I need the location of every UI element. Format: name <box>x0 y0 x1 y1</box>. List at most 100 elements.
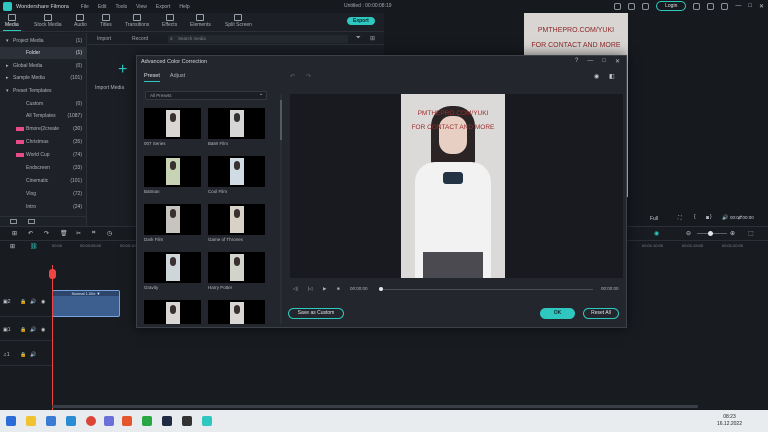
menu-tools[interactable]: Tools <box>115 4 127 10</box>
dialog-maximize-button[interactable]: □ <box>602 58 606 65</box>
file-explorer-icon[interactable] <box>26 416 36 426</box>
headset-icon[interactable] <box>707 2 715 10</box>
sidebar-item-cinematic[interactable]: Cinematic (101) <box>0 175 86 187</box>
menu-help[interactable]: Help <box>179 4 189 10</box>
tab-stock-media[interactable]: Stock Media <box>34 14 62 28</box>
add-media-icon[interactable]: + <box>118 61 127 79</box>
undo-icon[interactable]: ↶ <box>290 73 295 80</box>
import-media-label[interactable]: Import Media <box>95 85 124 91</box>
preset-batman[interactable]: Batman <box>144 156 201 194</box>
zoom-slider-knob[interactable] <box>708 231 713 236</box>
sidebar-item-bmore2create[interactable]: Bmore(2create (30) <box>0 123 86 135</box>
menu-file[interactable]: File <box>81 4 89 10</box>
brave-icon[interactable] <box>122 416 132 426</box>
sidebar-item-christmas[interactable]: Christmas (35) <box>0 136 86 148</box>
zoom-out-icon[interactable]: ⊖ <box>686 230 691 237</box>
crop-icon[interactable]: ⌗ <box>92 230 95 237</box>
redo-icon[interactable]: ↷ <box>306 73 311 80</box>
tab-elements[interactable]: Elements <box>190 14 211 28</box>
lock-icon[interactable]: 🔒 <box>20 352 26 358</box>
preset-game-of-thrones[interactable]: Game of Thrones <box>208 204 265 242</box>
edge-icon[interactable] <box>66 416 76 426</box>
play-icon[interactable]: ▶ <box>323 286 326 292</box>
mute-icon[interactable]: 🔊 <box>30 299 36 305</box>
tab-preset[interactable]: Preset <box>144 73 160 82</box>
preset-bw-film[interactable]: B&W Film <box>208 108 265 146</box>
folder-icon[interactable] <box>28 219 35 224</box>
login-button[interactable]: Login <box>656 1 687 11</box>
reset-all-button[interactable]: Reset All <box>583 308 619 319</box>
photoshop-icon[interactable] <box>162 416 172 426</box>
menu-export[interactable]: Export <box>156 4 170 10</box>
help-icon[interactable]: ? <box>575 58 578 65</box>
sidebar-item-endscreen[interactable]: Endscreen (33) <box>0 162 86 174</box>
tab-transitions[interactable]: Transitions <box>125 14 149 28</box>
zoom-in-icon[interactable]: ⊕ <box>730 230 735 237</box>
preset-harry-potter[interactable]: Harry Potter <box>208 252 265 290</box>
tab-audio[interactable]: Audio <box>74 14 87 28</box>
preset-gravity[interactable]: Gravity <box>144 252 201 290</box>
preset-item[interactable] <box>144 300 201 324</box>
timeline-scrollbar[interactable] <box>52 405 698 408</box>
eye-icon[interactable]: ◉ <box>41 327 45 333</box>
add-track-icon[interactable]: ⊞ <box>10 243 15 250</box>
new-folder-icon[interactable] <box>10 219 17 224</box>
quality-select[interactable]: Full <box>650 216 658 222</box>
playhead-handle[interactable] <box>49 269 56 279</box>
speed-icon[interactable]: ◷ <box>107 230 112 237</box>
sidebar-item-sample-media[interactable]: ▸ Sample Media (101) <box>0 72 86 84</box>
step-back-icon[interactable]: ◁| <box>293 286 298 292</box>
preset-007-series[interactable]: 007 Series <box>144 108 201 146</box>
mute-icon[interactable]: 🔊 <box>30 327 36 333</box>
save-icon[interactable] <box>693 2 701 10</box>
cloud-icon[interactable] <box>614 2 622 10</box>
stop-icon[interactable]: ■ <box>337 286 340 291</box>
notification-icon[interactable] <box>642 2 650 10</box>
lock-icon[interactable]: 🔒 <box>20 299 26 305</box>
search-input[interactable]: Search media <box>168 35 348 43</box>
eye-icon[interactable]: ◉ <box>41 299 45 305</box>
close-button[interactable]: ✕ <box>759 3 764 10</box>
fullscreen-icon[interactable]: ⛶ <box>678 215 682 221</box>
system-clock[interactable]: 08:23 16.12.2022 <box>717 414 742 428</box>
record-dropdown[interactable]: Record <box>132 36 148 42</box>
volume-icon[interactable]: 🔊 <box>722 215 728 221</box>
delete-icon[interactable]: 🗑 <box>60 230 68 237</box>
layout-icon[interactable] <box>721 2 729 10</box>
chrome-icon[interactable] <box>86 416 96 426</box>
sidebar-item-intro[interactable]: Intro (24) <box>0 201 86 213</box>
dialog-close-button[interactable]: ✕ <box>615 58 620 65</box>
cut-icon[interactable]: ✂ <box>76 230 81 237</box>
undo-icon[interactable]: ↶ <box>28 230 33 237</box>
link-icon[interactable]: ⛓ <box>30 243 38 250</box>
redo-icon[interactable]: ↷ <box>44 230 49 237</box>
sidebar-item-global-media[interactable]: ▸ Global Media (0) <box>0 60 86 72</box>
excel-icon[interactable] <box>142 416 152 426</box>
minimize-button[interactable]: — <box>735 3 741 9</box>
sidebar-item-preset-templates[interactable]: ▾ Preset Templates <box>0 85 86 97</box>
snap-icon[interactable]: ◉ <box>654 230 659 237</box>
tab-media[interactable]: Media <box>3 14 21 31</box>
preset-scrollbar[interactable] <box>280 94 282 324</box>
mute-icon[interactable]: 🔊 <box>30 352 36 358</box>
sidebar-item-project-media[interactable]: ▾ Project Media (1) <box>0 35 86 47</box>
tab-adjust[interactable]: Adjust <box>170 73 185 82</box>
preset-filter-select[interactable]: All Presets <box>145 91 267 100</box>
menu-view[interactable]: View <box>136 4 147 10</box>
sidebar-item-world-cup[interactable]: World Cup (74) <box>0 149 86 161</box>
sidebar-item-folder[interactable]: Folder (1) <box>0 47 86 59</box>
ok-button[interactable]: OK <box>540 308 575 319</box>
tab-titles[interactable]: Titles <box>100 14 112 28</box>
eye-icon[interactable]: ◉ <box>594 73 599 80</box>
filter-icon[interactable]: ⏷ <box>356 35 361 42</box>
terminal-icon[interactable] <box>182 416 192 426</box>
expand-icon[interactable]: ⤢ <box>738 215 742 221</box>
preset-item[interactable] <box>208 300 265 324</box>
snapshot-icon[interactable]: ◙ <box>706 215 709 221</box>
progress-knob[interactable] <box>379 287 383 291</box>
preset-dark-film[interactable]: Dark Film <box>144 204 201 242</box>
start-icon[interactable] <box>6 416 16 426</box>
app-icon[interactable] <box>104 416 114 426</box>
maximize-button[interactable]: □ <box>748 3 752 9</box>
compare-icon[interactable]: ◧ <box>609 73 615 80</box>
